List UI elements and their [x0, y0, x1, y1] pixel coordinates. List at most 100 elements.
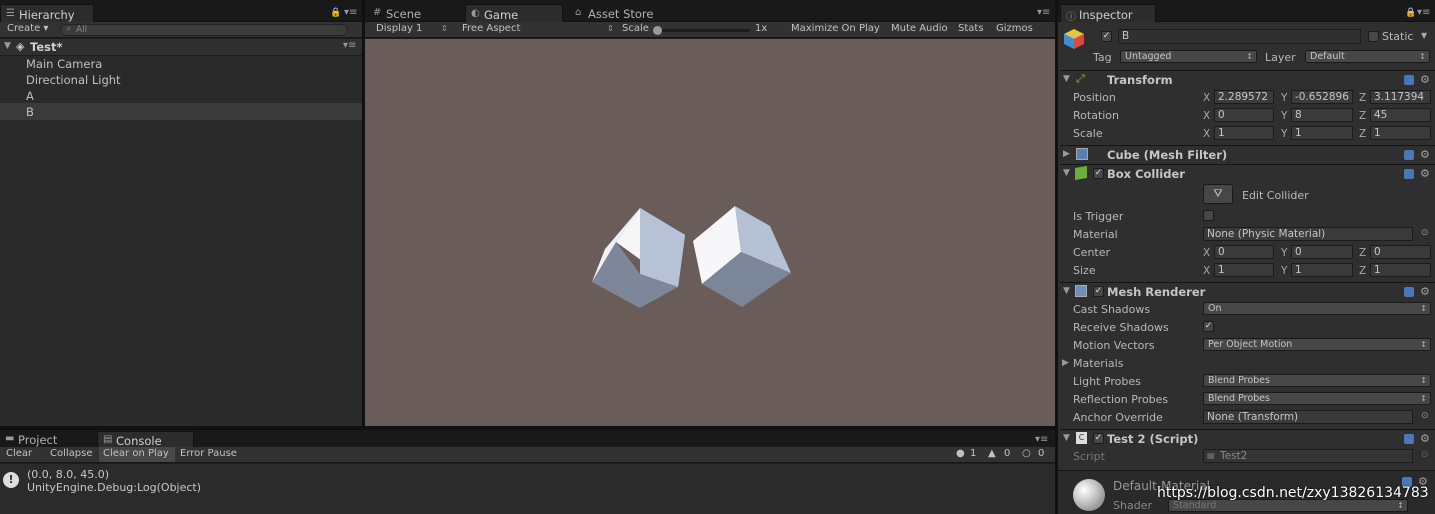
game-panel-menu-icon[interactable]: ▾≡	[1037, 7, 1050, 18]
inspector-lock-icon[interactable]: 🔒	[1405, 8, 1416, 18]
hierarchy-item-b[interactable]: B	[26, 105, 34, 119]
panel-menu-icon[interactable]: ▾≡	[344, 7, 357, 18]
object-name-field[interactable]: B	[1118, 29, 1361, 44]
script-header[interactable]: ▼ C ✓ Test 2 (Script) ⚙	[1060, 429, 1435, 448]
tab-project[interactable]: ▬ Project	[0, 431, 90, 447]
static-checkbox[interactable]	[1368, 31, 1379, 42]
tab-hierarchy[interactable]: ☰ Hierarchy	[0, 4, 94, 22]
hierarchy-item-main-camera[interactable]: Main Camera	[26, 57, 102, 71]
center-y-field[interactable]: 0	[1291, 245, 1353, 259]
gear-icon[interactable]: ⚙	[1420, 285, 1430, 298]
create-button[interactable]: Create ▾	[7, 23, 48, 34]
mesh-filter-header[interactable]: ▶ Cube (Mesh Filter) ⚙	[1060, 145, 1435, 164]
log-entry[interactable]: ! (0.0, 8.0, 45.0) UnityEngine.Debug:Log…	[0, 466, 1055, 496]
scale-x-field[interactable]: 1	[1214, 126, 1274, 140]
center-z-field[interactable]: 0	[1370, 245, 1431, 259]
mute-audio-button[interactable]: Mute Audio	[891, 23, 948, 34]
game-viewport[interactable]	[365, 39, 1055, 426]
light-probes-dropdown[interactable]: Blend Probes	[1203, 374, 1431, 387]
clear-on-play-button[interactable]: Clear on Play	[103, 448, 169, 459]
box-collider-header[interactable]: ▼ ✓ Box Collider ⚙	[1060, 164, 1435, 183]
tag-dropdown[interactable]: Untagged	[1120, 50, 1257, 63]
hierarchy-item-a[interactable]: A	[26, 89, 34, 103]
scene-header[interactable]: ▼ ◈ Test* ▾≡	[0, 39, 362, 56]
rotation-label: Rotation	[1073, 109, 1120, 122]
materials-label[interactable]: Materials	[1073, 357, 1123, 370]
rotation-z-field[interactable]: 45	[1370, 108, 1431, 122]
is-trigger-checkbox[interactable]	[1203, 210, 1214, 221]
gear-icon[interactable]: ⚙	[1420, 73, 1430, 86]
collapse-arrow-icon[interactable]: ▼	[1063, 286, 1070, 296]
materials-expand-arrow-icon[interactable]: ▶	[1062, 358, 1069, 368]
mesh-renderer-header[interactable]: ▼ ✓ Mesh Renderer ⚙	[1060, 282, 1435, 301]
aspect-dropdown[interactable]: Free Aspect	[462, 23, 520, 34]
motion-vectors-dropdown[interactable]: Per Object Motion	[1203, 338, 1431, 351]
position-label: Position	[1073, 91, 1116, 104]
gear-icon[interactable]: ⚙	[1420, 167, 1430, 180]
tab-inspector[interactable]: ⓘ Inspector	[1060, 4, 1156, 23]
tab-asset-store[interactable]: ⌂ Asset Store	[570, 4, 680, 22]
center-x-field[interactable]: 0	[1214, 245, 1274, 259]
scale-slider-handle[interactable]	[653, 26, 662, 35]
help-book-icon[interactable]	[1404, 150, 1414, 160]
gear-icon[interactable]: ⚙	[1420, 148, 1430, 161]
position-z-field[interactable]: 3.117394	[1370, 90, 1431, 104]
gear-icon[interactable]: ⚙	[1420, 432, 1430, 445]
gizmos-button[interactable]: Gizmos	[996, 23, 1033, 34]
size-z-field[interactable]: 1	[1370, 263, 1431, 277]
tab-scene[interactable]: # Scene	[368, 4, 458, 22]
error-count-icon[interactable]: ●	[956, 448, 965, 459]
expand-arrow-icon[interactable]: ▶	[1063, 149, 1070, 159]
expand-arrow-icon[interactable]: ▼	[4, 41, 11, 51]
help-book-icon[interactable]	[1404, 434, 1414, 444]
transform-header[interactable]: ▼ ⤢ Transform ⚙	[1060, 70, 1435, 89]
display-dropdown[interactable]: Display 1	[376, 23, 422, 34]
tab-game[interactable]: ◐ Game	[465, 4, 563, 22]
help-book-icon[interactable]	[1404, 75, 1414, 85]
clear-button[interactable]: Clear	[6, 448, 32, 459]
cast-shadows-dropdown[interactable]: On	[1203, 302, 1431, 315]
rotation-y-field[interactable]: 8	[1291, 108, 1353, 122]
size-x-field[interactable]: 1	[1214, 263, 1274, 277]
receive-shadows-checkbox[interactable]: ✓	[1203, 321, 1214, 332]
error-pause-button[interactable]: Error Pause	[180, 448, 237, 459]
collapse-arrow-icon[interactable]: ▼	[1063, 168, 1070, 178]
scale-y-field[interactable]: 1	[1291, 126, 1353, 140]
info-count-icon[interactable]: ○	[1022, 448, 1031, 459]
box-collider-enabled-checkbox[interactable]: ✓	[1093, 168, 1104, 179]
scale-label: Scale	[622, 23, 649, 34]
help-book-icon[interactable]	[1404, 287, 1414, 297]
scale-z-field[interactable]: 1	[1370, 126, 1431, 140]
hierarchy-selected-row[interactable]	[0, 103, 362, 120]
rotation-x-field[interactable]: 0	[1214, 108, 1274, 122]
position-y-field[interactable]: -0.652896	[1291, 90, 1353, 104]
console-menu-icon[interactable]: ▾≡	[1035, 434, 1048, 445]
hierarchy-item-directional-light[interactable]: Directional Light	[26, 73, 121, 87]
static-dropdown-icon[interactable]: ▼	[1421, 31, 1427, 40]
anchor-override-field[interactable]: None (Transform)	[1203, 410, 1413, 424]
position-x-field[interactable]: 2.289572	[1214, 90, 1274, 104]
size-y-field[interactable]: 1	[1291, 263, 1353, 277]
script-enabled-checkbox[interactable]: ✓	[1093, 433, 1104, 444]
warning-count-icon[interactable]: ▲	[988, 448, 996, 459]
search-input[interactable]: ⌕ All	[60, 24, 348, 36]
reflection-probes-dropdown[interactable]: Blend Probes	[1203, 392, 1431, 405]
edit-collider-button[interactable]: ⛛	[1203, 184, 1233, 204]
lock-icon[interactable]: 🔒	[330, 8, 341, 18]
help-book-icon[interactable]	[1404, 169, 1414, 179]
active-checkbox[interactable]: ✓	[1101, 31, 1112, 42]
collider-material-field[interactable]: None (Physic Material)	[1203, 227, 1413, 241]
layer-dropdown[interactable]: Default	[1305, 50, 1430, 63]
maximize-on-play-button[interactable]: Maximize On Play	[791, 23, 880, 34]
mesh-renderer-enabled-checkbox[interactable]: ✓	[1093, 286, 1104, 297]
object-picker-icon[interactable]: ⊙	[1421, 228, 1429, 238]
tab-console[interactable]: ▤ Console	[97, 431, 194, 448]
inspector-menu-icon[interactable]: ▾≡	[1417, 7, 1430, 18]
collapse-button[interactable]: Collapse	[50, 448, 93, 459]
scene-menu-icon[interactable]: ▾≡	[343, 40, 356, 51]
object-picker-icon[interactable]: ⊙	[1421, 411, 1429, 421]
scale-slider[interactable]	[653, 26, 750, 35]
collapse-arrow-icon[interactable]: ▼	[1063, 433, 1070, 443]
collapse-arrow-icon[interactable]: ▼	[1063, 74, 1070, 84]
stats-button[interactable]: Stats	[958, 23, 984, 34]
